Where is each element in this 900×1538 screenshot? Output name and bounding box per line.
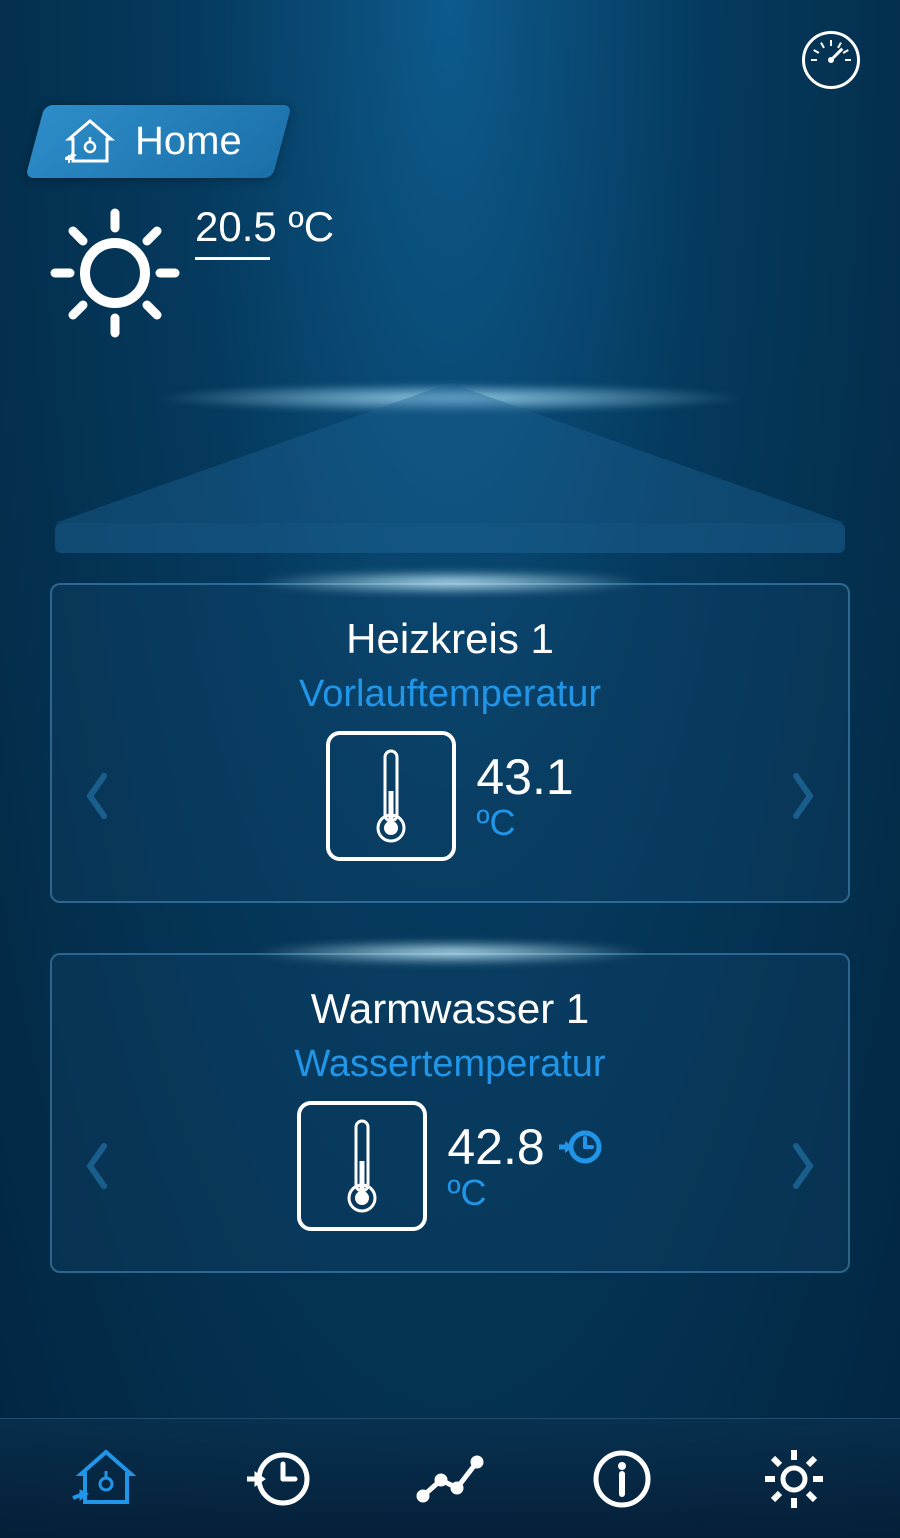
card-title: Warmwasser 1 [72, 985, 828, 1033]
card-glow [250, 940, 650, 965]
home-house-icon [65, 119, 115, 164]
card-glow [250, 570, 650, 595]
top-bar [0, 0, 900, 120]
outdoor-temp-value: 20.5 [195, 203, 277, 250]
cards-container: Heizkreis 1 Vorlauftemperatur 43.1 ºC [0, 553, 900, 1273]
outdoor-temperature: 20.5 ºC [195, 203, 334, 260]
home-tab-label: Home [135, 119, 242, 164]
sun-icon [45, 203, 185, 343]
outdoor-temp-unit: ºC [288, 203, 334, 250]
gauge-icon [811, 40, 851, 80]
temperature-value: 42.8 [447, 1118, 544, 1176]
weather-section: 20.5 ºC [45, 203, 900, 343]
temperature-unit: ºC [447, 1172, 486, 1214]
temp-underline [195, 257, 270, 260]
hot-water-card[interactable]: Warmwasser 1 Wassertemperatur 42.8 [50, 953, 850, 1273]
chevron-left-icon[interactable] [82, 771, 112, 821]
card-subtitle: Vorlauftemperatur [72, 673, 828, 716]
nav-chart[interactable] [410, 1439, 490, 1519]
chevron-left-icon[interactable] [82, 1141, 112, 1191]
history-icon [243, 1444, 313, 1514]
gauge-button[interactable] [802, 31, 860, 89]
gear-icon [759, 1444, 829, 1514]
card-content: 42.8 ºC [72, 1101, 828, 1231]
heating-circuit-card[interactable]: Heizkreis 1 Vorlauftemperatur 43.1 ºC [50, 583, 850, 903]
nav-history[interactable] [238, 1439, 318, 1519]
home-icon [71, 1444, 141, 1514]
card-subtitle: Wassertemperatur [72, 1043, 828, 1086]
temperature-value: 43.1 [476, 748, 573, 806]
chart-icon [415, 1444, 485, 1514]
nav-settings[interactable] [754, 1439, 834, 1519]
bottom-nav [0, 1418, 900, 1538]
value-block: 43.1 ºC [476, 748, 573, 844]
card-title: Heizkreis 1 [72, 615, 828, 663]
house-illustration [55, 383, 845, 553]
thermometer-box [297, 1101, 427, 1231]
home-tab[interactable]: Home [25, 105, 291, 178]
info-icon [587, 1444, 657, 1514]
thermometer-icon [375, 746, 407, 846]
value-block: 42.8 ºC [447, 1118, 602, 1214]
thermometer-box [326, 731, 456, 861]
temperature-unit: ºC [476, 802, 515, 844]
timer-schedule-icon [557, 1127, 603, 1167]
chevron-right-icon[interactable] [788, 1141, 818, 1191]
nav-info[interactable] [582, 1439, 662, 1519]
chevron-right-icon[interactable] [788, 771, 818, 821]
card-content: 43.1 ºC [72, 731, 828, 861]
nav-home[interactable] [66, 1439, 146, 1519]
thermometer-icon [346, 1116, 378, 1216]
